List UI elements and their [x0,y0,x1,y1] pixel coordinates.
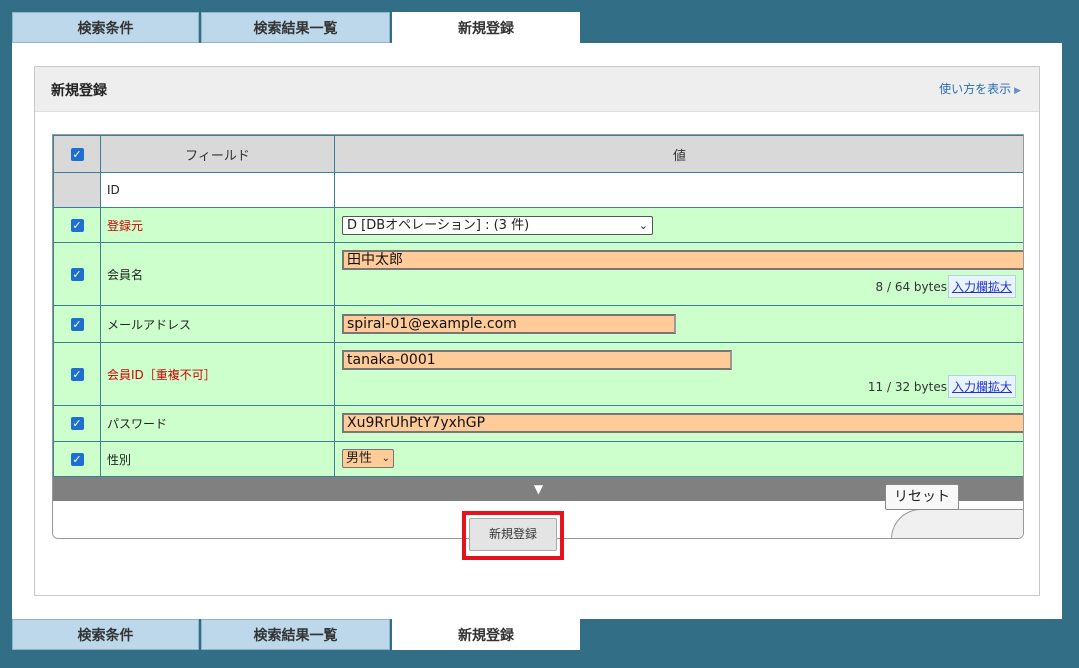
tab-search-results[interactable]: 検索結果一覧 [201,12,390,43]
table-row: ✓ 会員名 田中太郎 8 / 64 bytes 入力欄拡大 [53,242,1023,306]
tab-new-registration[interactable]: 新規登録 [392,619,580,650]
expand-input-button[interactable]: 入力欄拡大 [947,275,1016,298]
field-label: 登録元 [100,207,335,243]
byte-counter: 11 / 32 bytes [867,380,947,394]
table-row: ✓ 会員ID［重複不可］ tanaka-0001 11 / 32 bytes 入力… [53,342,1023,406]
help-link[interactable]: 使い方を表示 ▶ [939,80,1021,97]
column-header-field: フィールド [100,135,335,173]
row-checkbox[interactable]: ✓ [70,367,84,381]
table-row: ✓ 登録元 D [DBオペレーション] : (3 件) ⌄ [53,207,1023,243]
select-all-checkbox[interactable]: ✓ [70,147,84,161]
tab-search-conditions[interactable]: 検索条件 [12,12,199,43]
scroll-more-bar[interactable]: ▼ [53,477,1023,501]
field-label: 性別 [100,441,335,477]
tab-search-results[interactable]: 検索結果一覧 [201,619,390,650]
field-label: ID [100,172,335,208]
field-label: 会員名 [100,242,335,306]
reset-button[interactable]: リセット [885,484,959,510]
member-id-input[interactable]: tanaka-0001 [342,350,732,370]
member-name-input[interactable]: 田中太郎 [342,250,1023,270]
field-label: パスワード [100,405,335,442]
panel-header: 新規登録 使い方を表示 ▶ [35,67,1039,112]
triangle-down-icon: ▼ [533,482,544,496]
chevron-down-icon: ⌄ [638,219,648,232]
table-row: ✓ メールアドレス spiral-01@example.com [53,305,1023,343]
column-header-value: 値 [334,135,1023,173]
gender-select-value: 男性 [346,451,373,466]
row-checkbox[interactable]: ✓ [70,317,84,331]
byte-counter: 8 / 64 bytes [875,280,947,294]
table-row: ✓ パスワード Xu9RrUhPtY7yxhGP [53,405,1023,442]
bottom-tab-bar: 検索条件 検索結果一覧 新規登録 [12,619,582,650]
help-link-label[interactable]: 使い方を表示 [939,82,1011,96]
password-input[interactable]: Xu9RrUhPtY7yxhGP [342,413,1023,433]
row-checkbox[interactable]: ✓ [70,417,84,430]
tab-search-conditions[interactable]: 検索条件 [12,619,199,650]
table-header-row: ✓ フィールド 値 [53,135,1023,173]
tab-new-registration[interactable]: 新規登録 [392,12,580,43]
play-arrow-icon: ▶ [1014,86,1021,96]
email-input[interactable]: spiral-01@example.com [342,314,676,334]
row-checkbox[interactable]: ✓ [70,218,84,232]
page-title: 新規登録 [51,83,107,99]
expand-input-button[interactable]: 入力欄拡大 [947,375,1016,398]
gender-select[interactable]: 男性 ⌄ [342,449,394,468]
table-row: ID [53,172,1023,208]
row-checkbox[interactable]: ✓ [70,267,84,281]
row-checkbox[interactable]: ✓ [70,452,84,466]
field-label: 会員ID［重複不可］ [100,342,335,406]
field-table: ✓ フィールド 値 ID ✓ 登録元 D [DBオペレーション] : (3 件)… [53,135,1023,477]
source-select-value: D [DBオペレーション] : (3 件) [347,218,530,233]
source-select[interactable]: D [DBオペレーション] : (3 件) ⌄ [342,216,653,235]
main-panel: 新規登録 使い方を表示 ▶ ✓ フィールド 値 ID ✓ 登録元 D [DBオペ… [12,43,1062,619]
reset-tab-area [891,509,1023,538]
submit-button[interactable]: 新規登録 [469,518,557,551]
chevron-down-icon: ⌄ [381,453,390,464]
registration-form: ✓ フィールド 値 ID ✓ 登録元 D [DBオペレーション] : (3 件)… [52,134,1024,539]
field-label: メールアドレス [100,305,335,343]
top-tab-bar: 検索条件 検索結果一覧 新規登録 [12,12,582,43]
table-row: ✓ 性別 男性 ⌄ [53,441,1023,477]
